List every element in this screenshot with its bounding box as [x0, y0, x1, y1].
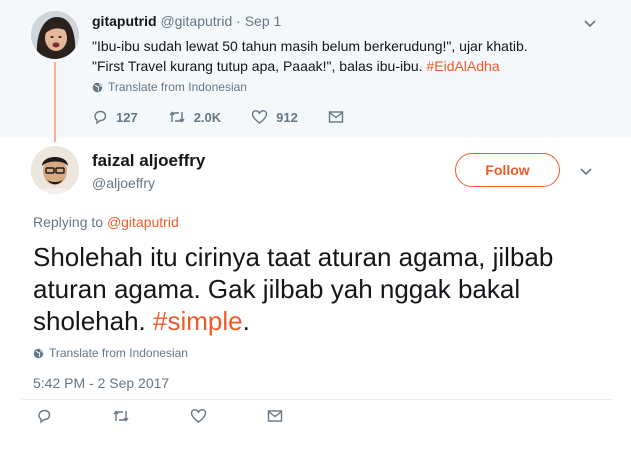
parent-reply-count: 127 [116, 109, 138, 125]
parent-translate-link[interactable]: Translate from Indonesian [92, 80, 247, 94]
main-dm-button[interactable] [267, 409, 283, 423]
main-translate-label: Translate from Indonesian [49, 346, 188, 360]
parent-retweet-button[interactable]: 2.0K [168, 109, 221, 125]
main-timestamp[interactable]: 5:42 PM - 2 Sep 2017 [33, 375, 169, 391]
parent-separator: · [236, 13, 241, 29]
main-tweet-text-body: Sholehah itu cirinya taat aturan agama, … [33, 242, 554, 336]
thread-connector [54, 62, 56, 142]
main-retweet-button[interactable] [112, 408, 130, 424]
main-action-bar [36, 408, 343, 424]
main-tweet-text: Sholehah itu cirinya taat aturan agama, … [33, 241, 613, 337]
follow-button[interactable]: Follow [455, 153, 560, 187]
parent-header: gitaputrid @gitaputrid · Sep 1 [92, 13, 281, 29]
parent-avatar[interactable] [31, 11, 79, 59]
parent-dm-button[interactable] [328, 110, 344, 124]
like-icon [251, 109, 268, 125]
parent-tweet[interactable]: gitaputrid @gitaputrid · Sep 1 "Ibu-ibu … [0, 0, 631, 142]
main-hashtag-link[interactable]: #simple [153, 306, 243, 336]
main-tweet-text-end: . [242, 306, 250, 336]
chevron-down-icon[interactable] [583, 16, 597, 30]
parent-text-line-1: "Ibu-ibu sudah lewat 50 tahun masih belu… [92, 38, 528, 54]
dm-icon [328, 110, 344, 124]
parent-reply-button[interactable]: 127 [92, 109, 138, 125]
chevron-down-icon[interactable] [579, 164, 593, 178]
main-like-button[interactable] [190, 408, 207, 424]
main-display-name[interactable]: faizal aljoeffry [92, 151, 205, 171]
main-translate-link[interactable]: Translate from Indonesian [33, 346, 188, 360]
replying-to: Replying to @gitaputrid [33, 214, 179, 230]
parent-tweet-text: "Ibu-ibu sudah lewat 50 tahun masih belu… [92, 36, 528, 76]
retweet-icon [168, 109, 186, 125]
parent-like-count: 912 [276, 109, 298, 125]
main-handle[interactable]: @aljoeffry [92, 175, 155, 191]
main-avatar[interactable] [31, 146, 79, 194]
parent-like-button[interactable]: 912 [251, 109, 298, 125]
replying-to-label: Replying to [33, 214, 107, 230]
dm-icon [267, 409, 283, 423]
divider [22, 399, 612, 400]
like-icon [190, 408, 207, 424]
reply-icon [92, 109, 108, 125]
globe-icon [92, 82, 103, 93]
parent-text-line-2-body: "First Travel kurang tutup apa, Paaak!",… [92, 58, 427, 74]
parent-hashtag-link[interactable]: #EidAlAdha [426, 58, 499, 74]
retweet-icon [112, 408, 130, 424]
reply-icon [36, 408, 52, 424]
parent-date[interactable]: Sep 1 [245, 13, 282, 29]
parent-retweet-count: 2.0K [193, 109, 222, 125]
globe-icon [33, 348, 44, 359]
parent-handle[interactable]: @gitaputrid [160, 13, 232, 29]
main-reply-button[interactable] [36, 408, 52, 424]
replying-to-mention[interactable]: @gitaputrid [107, 214, 179, 230]
parent-translate-label: Translate from Indonesian [108, 80, 247, 94]
parent-display-name[interactable]: gitaputrid [92, 13, 157, 29]
parent-action-bar: 127 2.0K 912 [92, 109, 374, 125]
parent-text-line-2: "First Travel kurang tutup apa, Paaak!",… [92, 56, 528, 76]
